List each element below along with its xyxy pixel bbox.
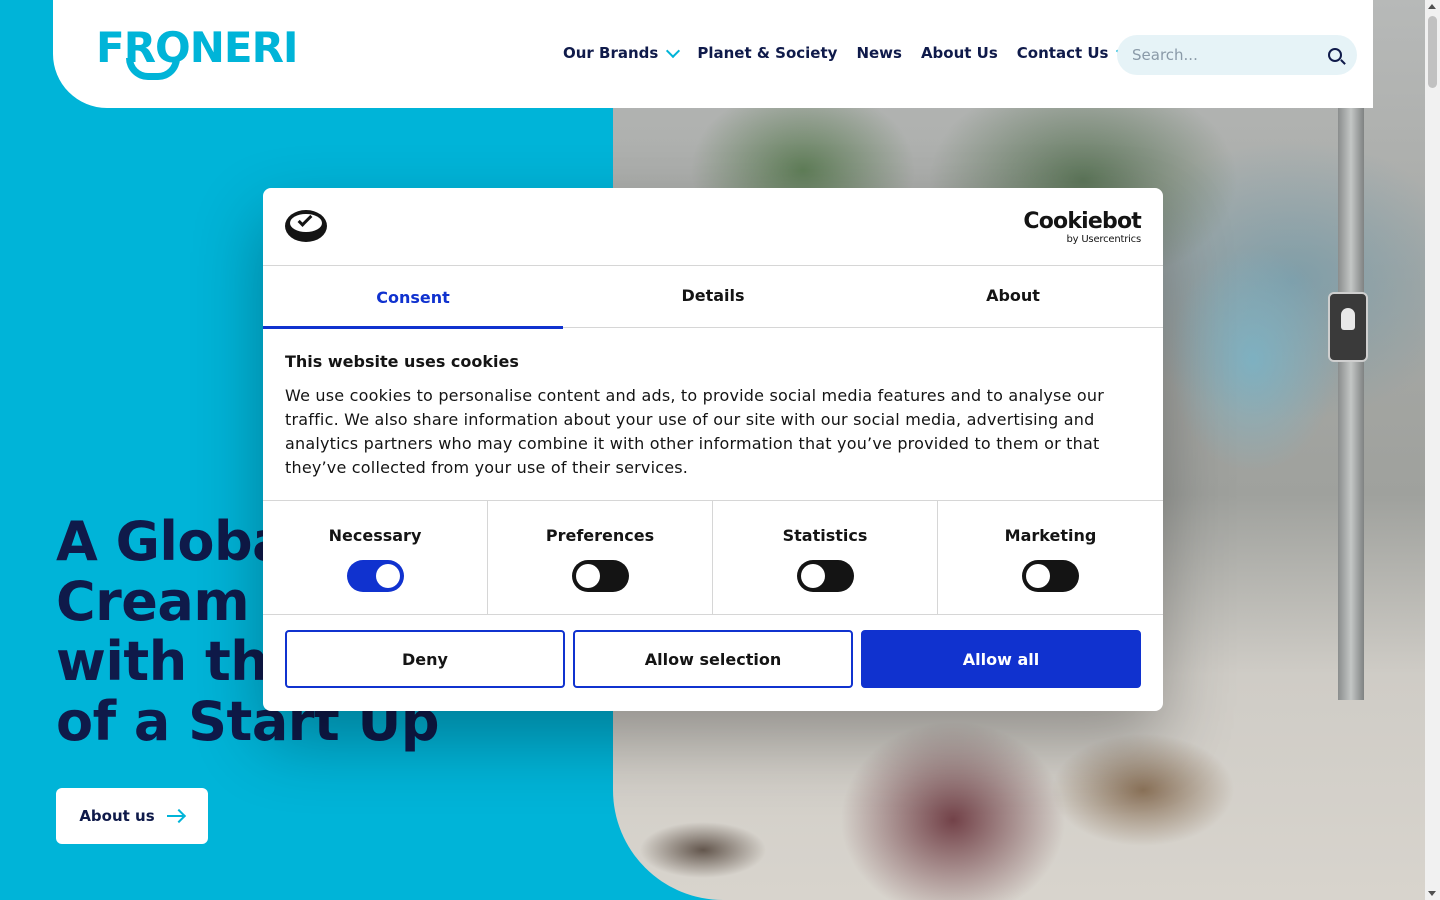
- nav-item-news[interactable]: News: [856, 44, 921, 62]
- main-nav: Our Brands Planet & Society News About U…: [563, 43, 1147, 62]
- cookie-consent-dialog: Cookiebot by Usercentrics Consent Detail…: [263, 188, 1163, 711]
- category-label: Marketing: [1004, 526, 1097, 545]
- cookiebot-brand-name: Cookiebot: [1023, 209, 1141, 234]
- tab-about[interactable]: About: [863, 266, 1163, 328]
- tab-details[interactable]: Details: [563, 266, 863, 328]
- cookie-description: We use cookies to personalise content an…: [285, 386, 1105, 477]
- deny-button[interactable]: Deny: [285, 630, 565, 688]
- nav-item-about-us[interactable]: About Us: [921, 44, 1017, 62]
- allow-all-button[interactable]: Allow all: [861, 630, 1141, 688]
- cookiebot-logo[interactable]: Cookiebot by Usercentrics: [1023, 210, 1141, 246]
- scroll-down-icon[interactable]: [1428, 891, 1436, 896]
- tab-consent[interactable]: Consent: [263, 266, 563, 329]
- logo-smile-icon: [126, 58, 180, 80]
- statistics-toggle[interactable]: [796, 560, 854, 592]
- category-necessary: Necessary: [263, 501, 488, 614]
- allow-selection-button[interactable]: Allow selection: [573, 630, 853, 688]
- category-marketing: Marketing: [938, 501, 1163, 614]
- preferences-toggle[interactable]: [571, 560, 629, 592]
- about-us-button[interactable]: About us: [56, 788, 208, 844]
- search-icon[interactable]: [1328, 48, 1342, 62]
- nav-item-our-brands[interactable]: Our Brands: [563, 43, 697, 62]
- category-label: Necessary: [328, 526, 422, 545]
- search-box: [1117, 35, 1357, 75]
- nav-item-label: About Us: [920, 44, 998, 62]
- site-header: FRONERI Our Brands Planet & Society News…: [53, 0, 1373, 108]
- category-label: Preferences: [545, 526, 655, 545]
- cookie-dialog-header: Cookiebot by Usercentrics: [263, 188, 1163, 266]
- category-label: Statistics: [782, 526, 868, 545]
- nav-item-planet-society[interactable]: Planet & Society: [697, 44, 856, 62]
- froneri-logo[interactable]: FRONERI: [96, 24, 299, 82]
- cookie-category-toggles: Necessary Preferences Statistics Marketi…: [263, 500, 1163, 615]
- marketing-toggle[interactable]: [1022, 560, 1079, 592]
- nav-item-label: Our Brands: [563, 44, 659, 62]
- chevron-down-icon[interactable]: [666, 43, 681, 59]
- cookiebot-badge-icon: [285, 210, 327, 242]
- cookiebot-brand-sub: by Usercentrics: [1066, 234, 1141, 245]
- necessary-toggle[interactable]: [346, 560, 404, 592]
- page-scrollbar[interactable]: [1425, 0, 1440, 900]
- category-preferences: Preferences: [488, 501, 713, 614]
- scroll-up-icon[interactable]: [1428, 4, 1436, 9]
- nav-item-label: Planet & Society: [697, 44, 838, 62]
- search-input[interactable]: [1117, 35, 1312, 75]
- cookie-tabs: Consent Details About: [263, 266, 1163, 329]
- about-us-label: About us: [79, 807, 155, 825]
- category-statistics: Statistics: [713, 501, 938, 614]
- arrow-right-icon: [166, 809, 185, 823]
- nav-item-label: Contact Us: [1016, 44, 1109, 62]
- nav-item-label: News: [856, 44, 902, 62]
- cookie-dialog-body: This website uses cookies We use cookies…: [285, 352, 1141, 480]
- hero-photo-crossing-sign: [1328, 292, 1368, 362]
- cookie-actions: Deny Allow selection Allow all: [285, 630, 1141, 688]
- scrollbar-thumb[interactable]: [1428, 16, 1437, 88]
- cookie-title: This website uses cookies: [285, 352, 519, 371]
